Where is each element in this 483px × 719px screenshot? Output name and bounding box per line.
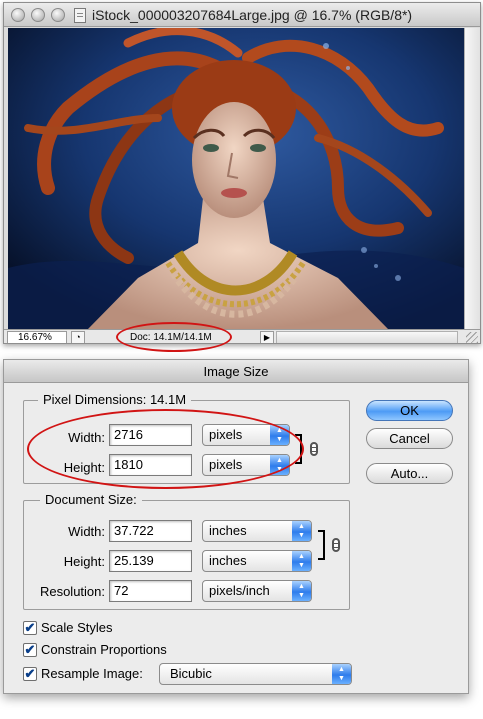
document-icon bbox=[74, 8, 86, 23]
popup-arrows-icon: ▲ ▼ bbox=[292, 581, 311, 601]
status-settings-icon[interactable]: ◔ bbox=[71, 331, 85, 343]
ok-button[interactable]: OK bbox=[366, 400, 453, 421]
doc-width-unit: inches bbox=[209, 523, 247, 538]
doc-info-highlight bbox=[116, 322, 232, 352]
doc-height-unit-select[interactable]: inches ▲ ▼ bbox=[202, 550, 312, 572]
resolution-field[interactable]: 72 bbox=[109, 580, 192, 602]
minimize-icon[interactable] bbox=[31, 8, 45, 22]
resolution-unit-select[interactable]: pixels/inch ▲ ▼ bbox=[202, 580, 312, 602]
cancel-button[interactable]: Cancel bbox=[366, 428, 453, 449]
popup-arrows-icon: ▲ ▼ bbox=[292, 521, 311, 541]
zoom-icon[interactable] bbox=[51, 8, 65, 22]
pixel-dimensions-highlight bbox=[27, 409, 304, 489]
doc-width-field[interactable]: 37.722 bbox=[109, 520, 192, 542]
popup-arrows-icon: ▲ ▼ bbox=[292, 551, 311, 571]
close-icon[interactable] bbox=[11, 8, 25, 22]
horizontal-scrollbar[interactable] bbox=[276, 331, 458, 343]
resolution-unit: pixels/inch bbox=[209, 583, 270, 598]
link-chain-icon bbox=[332, 538, 340, 552]
zoom-level-field[interactable]: 16.67% bbox=[7, 331, 67, 343]
doc-height-label: Height: bbox=[63, 554, 105, 569]
resolution-label: Resolution: bbox=[39, 584, 105, 599]
doc-width-unit-select[interactable]: inches ▲ ▼ bbox=[202, 520, 312, 542]
constrain-proportions-checkbox[interactable]: ✔ bbox=[23, 643, 37, 657]
pixel-dimensions-heading: Pixel Dimensions: 14.1M bbox=[38, 392, 192, 407]
pixel-dimensions-label: Pixel Dimensions: bbox=[43, 392, 147, 407]
status-bar: 16.67% ◔ Doc: 14.1M/14.1M ▶ bbox=[4, 329, 480, 343]
doc-width-label: Width: bbox=[68, 524, 105, 539]
resample-method-select[interactable]: Bicubic ▲ ▼ bbox=[159, 663, 352, 685]
document-size-label: Document Size: bbox=[40, 492, 142, 507]
photo-canvas[interactable] bbox=[8, 28, 464, 329]
doc-height-unit: inches bbox=[209, 553, 247, 568]
resize-grip-icon[interactable] bbox=[466, 332, 478, 343]
pixel-dimensions-size: 14.1M bbox=[149, 392, 187, 407]
checkmark-icon: ✔ bbox=[24, 666, 36, 681]
checkmark-icon: ✔ bbox=[24, 642, 36, 657]
popup-arrows-icon: ▲ ▼ bbox=[332, 664, 351, 684]
checkmark-icon: ✔ bbox=[24, 620, 36, 635]
window-titlebar[interactable]: iStock_000003207684Large.jpg @ 16.7% (RG… bbox=[4, 3, 480, 27]
doc-height-field[interactable]: 25.139 bbox=[109, 550, 192, 572]
portrait-photo bbox=[8, 28, 464, 329]
resample-image-label: Resample Image: bbox=[41, 666, 143, 681]
resample-method: Bicubic bbox=[170, 666, 212, 681]
scale-styles-label: Scale Styles bbox=[41, 620, 113, 635]
auto-button[interactable]: Auto... bbox=[366, 463, 453, 484]
dialog-title: Image Size bbox=[4, 360, 468, 383]
image-size-dialog: Image Size Pixel Dimensions: 14.1M Width… bbox=[3, 359, 469, 694]
window-title: iStock_000003207684Large.jpg @ 16.7% (RG… bbox=[92, 7, 413, 23]
vertical-scrollbar[interactable] bbox=[464, 28, 480, 329]
disclosure-arrow-icon[interactable]: ▶ bbox=[260, 331, 274, 343]
resample-image-checkbox[interactable]: ✔ bbox=[23, 667, 37, 681]
document-window: iStock_000003207684Large.jpg @ 16.7% (RG… bbox=[3, 2, 481, 344]
constrain-proportions-label: Constrain Proportions bbox=[41, 642, 167, 657]
link-chain-icon bbox=[310, 442, 318, 456]
scale-styles-checkbox[interactable]: ✔ bbox=[23, 621, 37, 635]
doc-size-link-bracket bbox=[318, 530, 325, 560]
